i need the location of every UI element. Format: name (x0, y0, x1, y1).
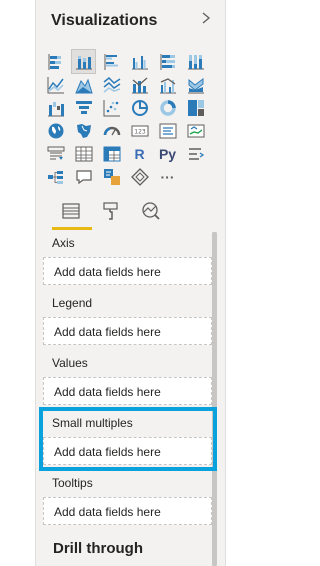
slicer-icon[interactable] (44, 142, 67, 165)
scrollbar-thumb[interactable] (212, 232, 217, 566)
more-label: ··· (160, 168, 175, 185)
area-chart-icon[interactable] (72, 73, 95, 96)
map-icon[interactable] (44, 119, 67, 142)
100-stacked-bar-chart-icon[interactable] (156, 50, 179, 73)
line-and-clustered-column-icon[interactable] (156, 73, 179, 96)
multi-row-card-icon[interactable] (156, 119, 179, 142)
values-drop-zone[interactable]: Add data fields here (43, 377, 212, 405)
drill-through-heading: Drill through (53, 540, 143, 557)
tooltips-drop-zone[interactable]: Add data fields here (43, 497, 212, 525)
key-influencers-icon[interactable] (184, 142, 207, 165)
kpi-icon[interactable] (184, 119, 207, 142)
r-label: R (134, 145, 145, 162)
active-tab-indicator (52, 227, 92, 230)
stacked-bar-chart-icon[interactable] (44, 50, 67, 73)
stacked-area-chart-icon[interactable] (100, 73, 123, 96)
line-and-stacked-column-icon[interactable] (128, 73, 151, 96)
small-multiples-highlight (39, 407, 217, 471)
donut-chart-icon[interactable] (156, 96, 179, 119)
fields-tab-icon[interactable] (58, 198, 84, 224)
smart-narrative-icon[interactable] (100, 165, 123, 188)
axis-drop-zone[interactable]: Add data fields here (43, 257, 212, 285)
pane-tabs (52, 198, 192, 232)
waterfall-chart-icon[interactable] (44, 96, 67, 119)
clustered-column-chart-icon[interactable] (128, 50, 151, 73)
pane-right-border (225, 0, 226, 566)
pie-chart-icon[interactable] (128, 96, 151, 119)
r-script-visual-icon[interactable]: R (128, 142, 151, 165)
decomposition-tree-icon[interactable] (44, 165, 67, 188)
more-visuals-icon[interactable]: ··· (156, 165, 179, 188)
pane-title: Visualizations (51, 12, 158, 29)
gauge-icon[interactable] (100, 119, 123, 142)
svg-text:123: 123 (134, 128, 146, 135)
analytics-tab-icon[interactable] (138, 198, 164, 224)
qa-icon[interactable] (72, 165, 95, 188)
line-chart-icon[interactable] (44, 73, 67, 96)
stacked-column-chart-icon[interactable] (71, 49, 96, 74)
legend-drop-zone[interactable]: Add data fields here (43, 317, 212, 345)
matrix-icon[interactable] (100, 142, 123, 165)
values-well-label: Values (52, 356, 88, 370)
clustered-bar-chart-icon[interactable] (100, 50, 123, 73)
funnel-chart-icon[interactable] (72, 96, 95, 119)
collapse-chevron-icon[interactable] (199, 11, 213, 25)
table-icon[interactable] (72, 142, 95, 165)
python-label: Py (158, 145, 177, 162)
tooltips-well-label: Tooltips (52, 476, 93, 490)
filled-map-icon[interactable] (72, 119, 95, 142)
pane-left-border (35, 0, 36, 566)
treemap-icon[interactable] (184, 96, 207, 119)
format-tab-icon[interactable] (98, 198, 124, 224)
scatter-chart-icon[interactable] (100, 96, 123, 119)
power-apps-icon[interactable] (128, 165, 151, 188)
100-stacked-column-chart-icon[interactable] (184, 50, 207, 73)
visual-types-grid: 123 R Py ··· (44, 49, 214, 188)
python-visual-icon[interactable]: Py (156, 142, 179, 165)
ribbon-chart-icon[interactable] (184, 73, 207, 96)
axis-well-label: Axis (52, 236, 75, 250)
legend-well-label: Legend (52, 296, 93, 310)
card-icon[interactable]: 123 (128, 119, 151, 142)
